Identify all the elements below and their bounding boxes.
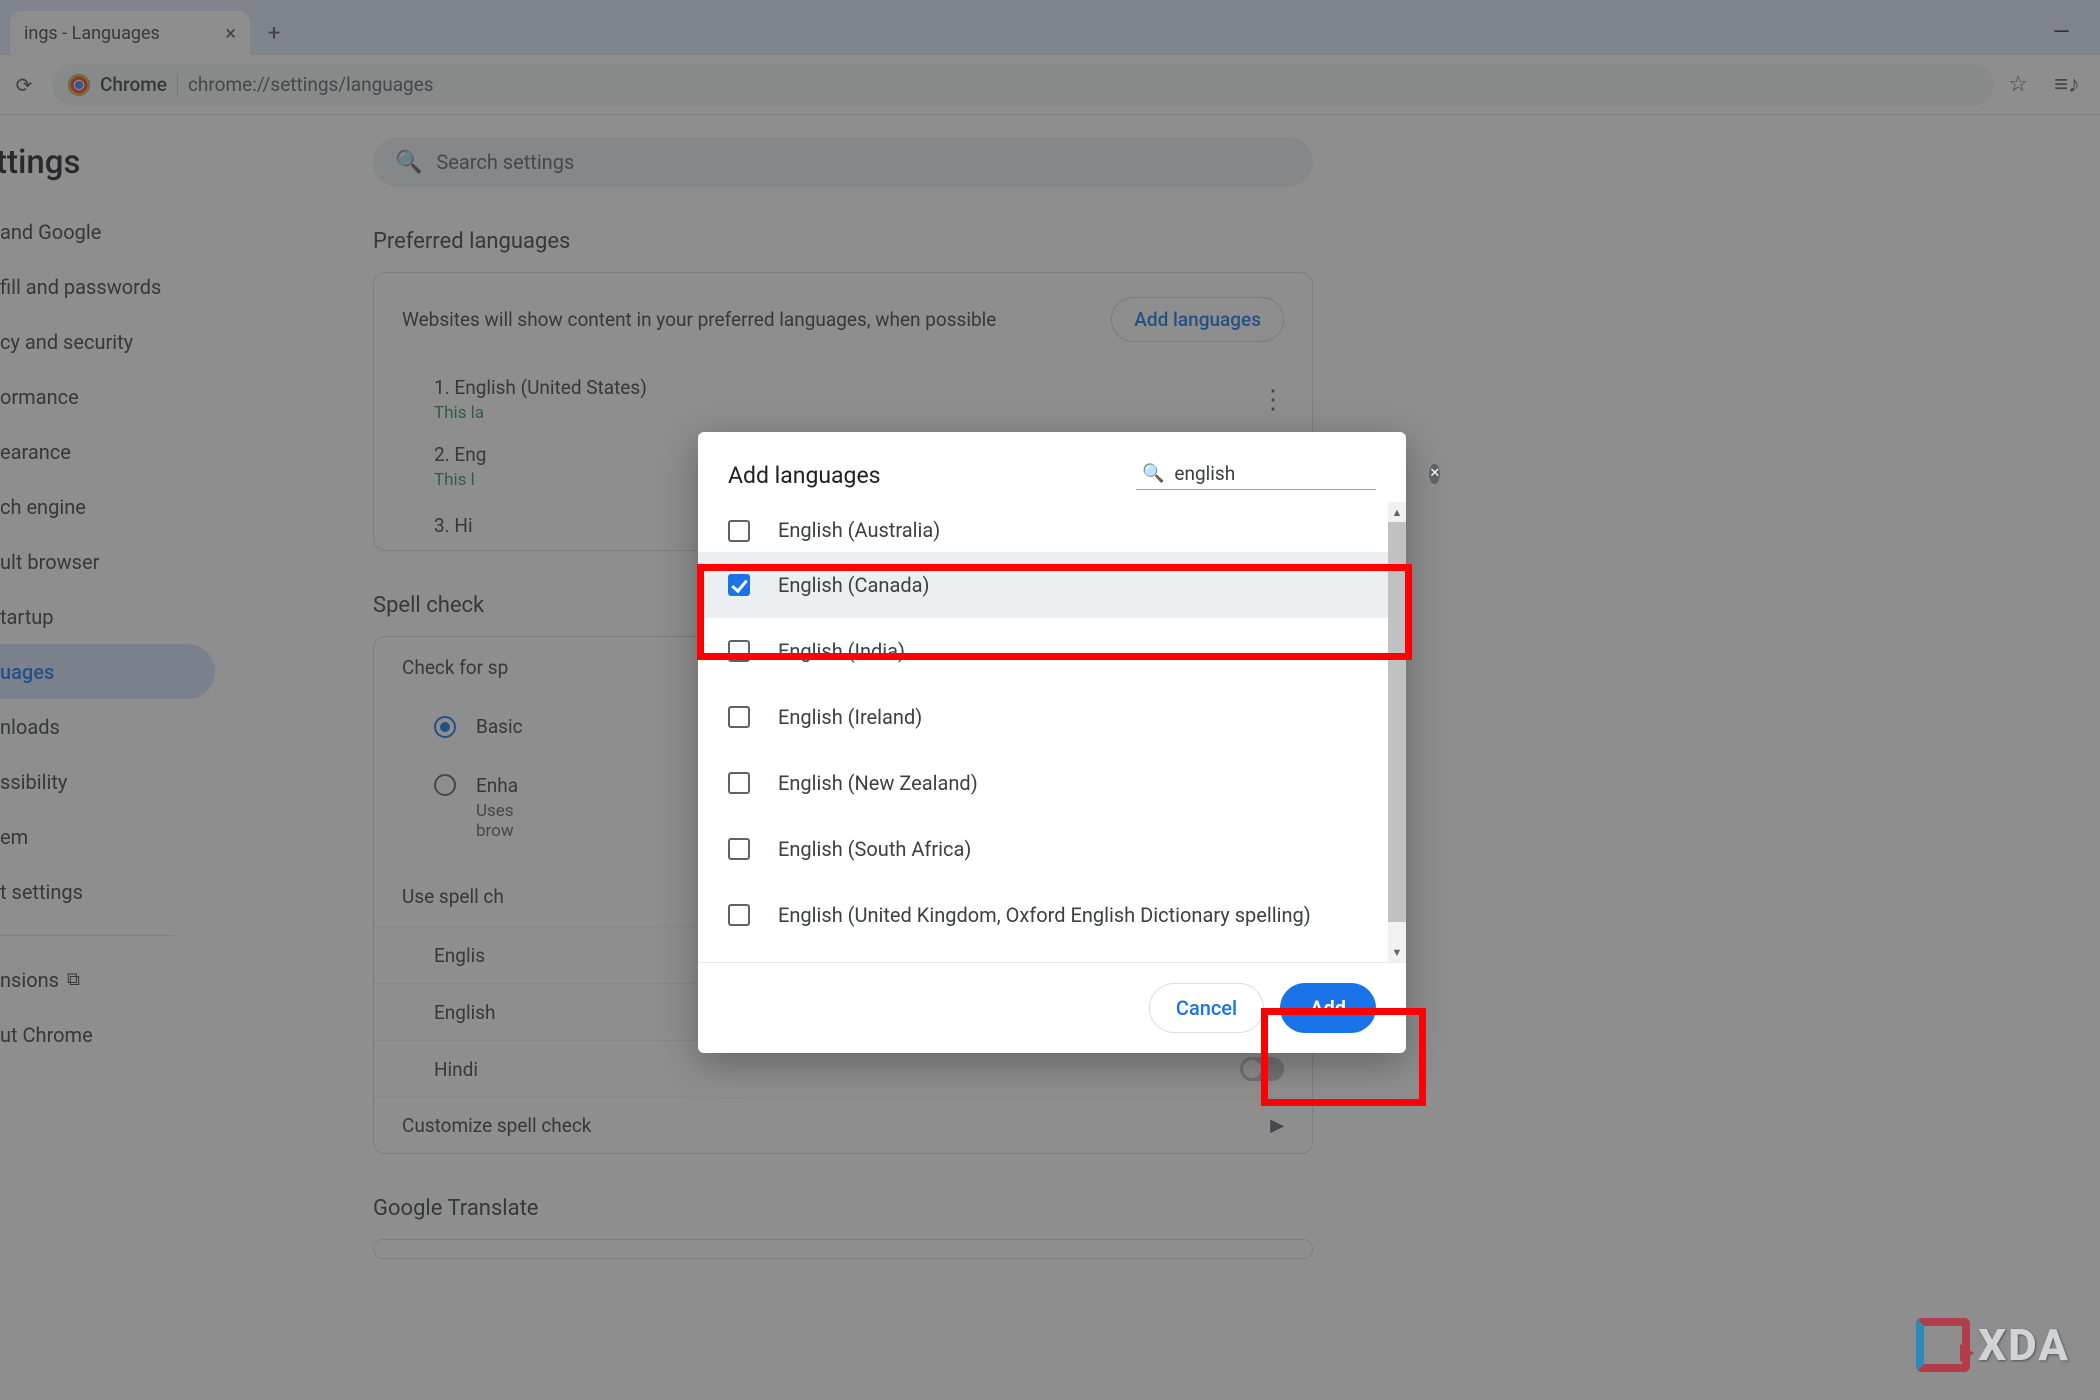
checkbox[interactable] xyxy=(728,772,750,794)
checkbox[interactable] xyxy=(728,904,750,926)
scroll-down-icon[interactable]: ▼ xyxy=(1388,942,1406,962)
language-option[interactable]: English (India) xyxy=(698,618,1406,684)
checkbox-checked[interactable] xyxy=(728,574,750,596)
add-button[interactable]: Add xyxy=(1280,983,1376,1033)
xda-logo-icon xyxy=(1916,1318,1970,1372)
dialog-search[interactable]: 🔍 ✕ xyxy=(1136,460,1376,490)
language-option[interactable]: English (Ireland) xyxy=(698,684,1406,750)
checkbox[interactable] xyxy=(728,838,750,860)
cancel-button[interactable]: Cancel xyxy=(1149,983,1264,1033)
scrollbar-thumb[interactable] xyxy=(1388,522,1406,922)
checkbox[interactable] xyxy=(728,640,750,662)
add-languages-dialog: Add languages 🔍 ✕ English (Australia) En… xyxy=(698,432,1406,1053)
clear-search-icon[interactable]: ✕ xyxy=(1429,464,1440,484)
scrollbar-track[interactable]: ▲ ▼ xyxy=(1388,502,1406,962)
language-option[interactable]: English (Australia) xyxy=(698,502,1406,552)
language-option[interactable]: English (United Kingdom, Oxford English … xyxy=(698,882,1406,948)
xda-logo-text: XDA xyxy=(1978,1319,2070,1371)
language-option[interactable]: English (South Africa) xyxy=(698,816,1406,882)
checkbox[interactable] xyxy=(728,520,750,542)
search-icon: 🔍 xyxy=(1142,463,1164,484)
dialog-title: Add languages xyxy=(728,462,881,489)
dialog-search-input[interactable] xyxy=(1174,462,1419,485)
xda-watermark: XDA xyxy=(1916,1318,2070,1372)
language-option[interactable]: English (New Zealand) xyxy=(698,750,1406,816)
language-option-selected[interactable]: English (Canada) xyxy=(698,552,1406,618)
dialog-language-list: English (Australia) English (Canada) Eng… xyxy=(698,502,1406,962)
scroll-up-icon[interactable]: ▲ xyxy=(1388,502,1406,522)
checkbox[interactable] xyxy=(728,706,750,728)
